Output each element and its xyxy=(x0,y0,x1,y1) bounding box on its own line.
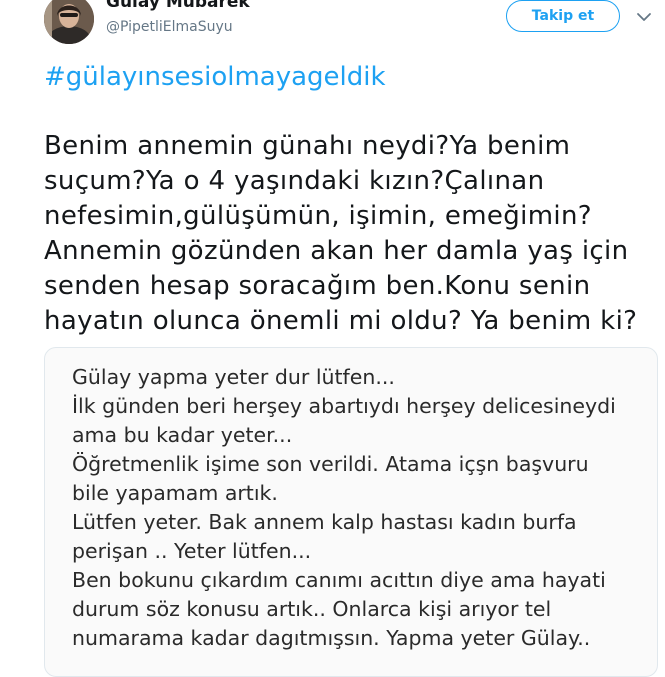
image-text-line: durum söz konusu artık.. Onlarca kişi ar… xyxy=(72,597,552,621)
tweet-text-line: hayatın olunca önemli mi oldu? Ya benim … xyxy=(44,306,638,336)
image-text-line: İlk günden beri herşey abartıydı herşey … xyxy=(72,394,616,418)
avatar[interactable] xyxy=(44,0,94,44)
image-text-line: Lütfen yeter. Bak annem kalp hastası kad… xyxy=(72,510,577,534)
tweet-text-line: nefesimin,gülüşümün, işimin, emeğimin? xyxy=(44,201,592,231)
tweet-header: Gülay Mübarek @PipetliElmaSuyu Takip et xyxy=(0,0,665,50)
image-text-line: numarama kadar dagıtmışsın. Yapma yeter … xyxy=(72,626,591,650)
tweet-text-line: suçum?Ya o 4 yaşındaki kızın?Çalınan xyxy=(44,166,545,196)
attached-image-text: Gülay yapma yeter dur lütfen... İlk günd… xyxy=(72,363,616,653)
avatar-image xyxy=(44,0,94,44)
user-handle[interactable]: @PipetliElmaSuyu xyxy=(106,19,233,35)
display-name[interactable]: Gülay Mübarek xyxy=(106,0,250,12)
tweet-text-line: Benim annemin günahı neydi?Ya benim xyxy=(44,131,571,161)
chevron-down-icon[interactable] xyxy=(636,11,652,23)
image-text-line: ama bu kadar yeter... xyxy=(72,423,293,447)
image-text-line: bile yapamam artık. xyxy=(72,481,278,505)
image-text-line: perişan .. Yeter lütfen... xyxy=(72,539,312,563)
hashtag-link[interactable]: #gülayınsesiolmayageldik xyxy=(44,62,386,92)
tweet: Gülay Mübarek @PipetliElmaSuyu Takip et … xyxy=(0,0,665,677)
follow-button[interactable]: Takip et xyxy=(506,0,620,32)
image-text-line: Gülay yapma yeter dur lütfen... xyxy=(72,365,395,389)
tweet-text: Benim annemin günahı neydi?Ya benim suçu… xyxy=(44,129,659,339)
image-text-line: Ben bokunu çıkardım canımı acıttın diye … xyxy=(72,568,606,592)
tweet-text-line: Annemin gözünden akan her damla yaş için xyxy=(44,236,629,266)
image-text-line: Öğretmenlik işime son verildi. Atama içş… xyxy=(72,452,589,476)
tweet-text-line: senden hesap soracağım ben.Konu senin xyxy=(44,271,591,301)
attached-image[interactable]: Gülay yapma yeter dur lütfen... İlk günd… xyxy=(44,347,658,677)
